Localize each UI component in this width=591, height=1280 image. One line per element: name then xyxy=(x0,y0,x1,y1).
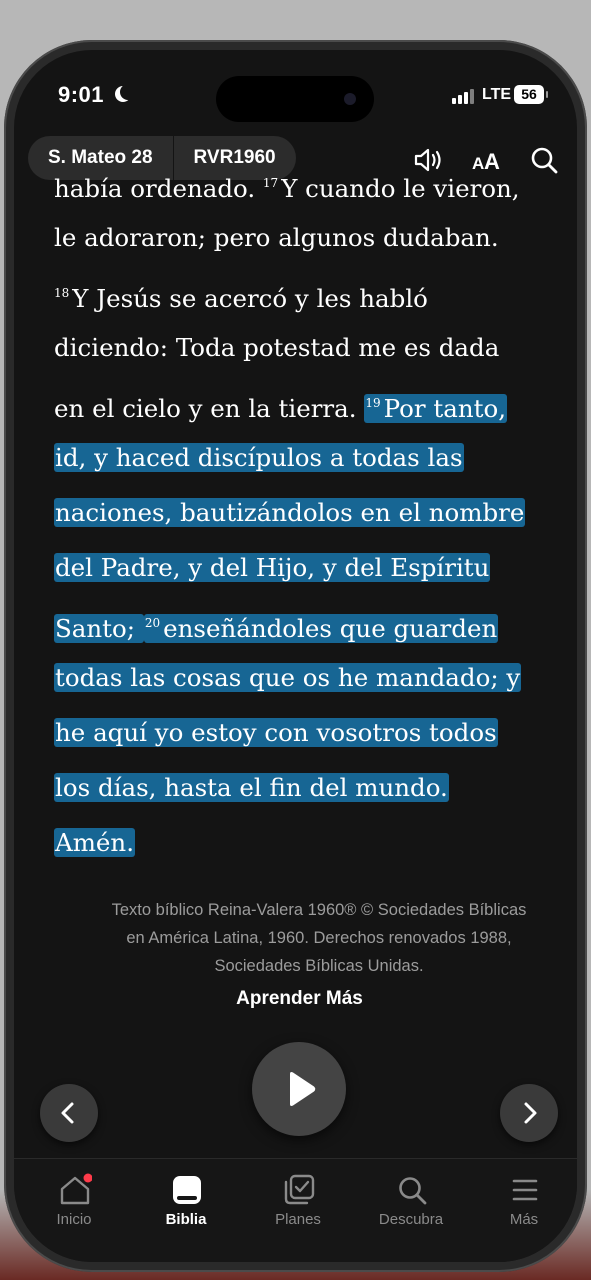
verse-words: id, y haced discípulos a todas las xyxy=(55,443,463,472)
verse-line[interactable]: he aquí yo estoy con vosotros todos xyxy=(54,714,498,752)
chevron-left-icon xyxy=(61,1102,74,1124)
verse-line[interactable]: del Padre, y del Hijo, y del Espíritu xyxy=(54,549,491,587)
verse-line[interactable]: en el cielo y en la tierra. 19 Por tanto, xyxy=(54,384,507,423)
verse-words: enseñándoles que guarden xyxy=(163,614,498,643)
learn-more-link[interactable]: Aprender Más xyxy=(14,988,577,1010)
verse-line[interactable]: los días, hasta el fin del mundo. xyxy=(54,769,449,807)
tab-bar: Inicio Biblia Planes Descubra Más xyxy=(14,1158,577,1262)
verse-words: del Padre, y del Hijo, y del Espíritu xyxy=(55,553,490,582)
network-type: LTE xyxy=(482,86,512,103)
bible-icon xyxy=(173,1176,201,1204)
verse-text: había ordenado. xyxy=(54,174,263,203)
copyright-line: Sociedades Bíblicas Unidas. xyxy=(214,957,424,975)
phone-frame: 9:01 LTE 56 S. Mateo 28 RVR1960 A A habí… xyxy=(4,40,587,1272)
next-chapter-button[interactable] xyxy=(500,1084,558,1142)
tab-label: Biblia xyxy=(165,1211,207,1228)
highlighted-verse-text: los días, hasta el fin del mundo. xyxy=(54,773,449,802)
verse-words: Y Jesús se acercó y les habló xyxy=(72,284,428,313)
do-not-disturb-moon-icon xyxy=(120,84,136,100)
verse-number: 17 xyxy=(262,176,279,190)
verse-line[interactable]: Santo; 20 enseñándoles que guarden xyxy=(54,604,499,643)
highlighted-verse-text: Santo; xyxy=(54,614,144,643)
verse-words: en el cielo y en la tierra. xyxy=(54,394,365,423)
verse-line[interactable]: 18 Y Jesús se acercó y les habló xyxy=(54,274,428,313)
verse-words: había ordenado. xyxy=(54,174,263,203)
status-time: 9:01 xyxy=(58,82,105,107)
tab-label: Planes xyxy=(275,1211,321,1228)
verse-words: diciendo: Toda potestad me es dada xyxy=(54,333,500,362)
highlighted-verse-text: del Padre, y del Hijo, y del Espíritu xyxy=(54,553,491,582)
verse-line[interactable]: había ordenado. 17 Y cuando le vieron, xyxy=(54,164,520,203)
chevron-right-icon xyxy=(524,1102,537,1124)
verse-words: he aquí yo estoy con vosotros todos xyxy=(55,718,497,747)
verse-text: 18 Y Jesús se acercó y les habló xyxy=(54,284,428,313)
previous-chapter-button[interactable] xyxy=(40,1084,98,1142)
tab-label: Más xyxy=(509,1211,539,1228)
verse-words: Y cuando le vieron, xyxy=(281,174,520,203)
copyright-line: en América Latina, 1960. Derechos renova… xyxy=(126,929,512,947)
verse-words: todas las cosas que os he mandado; y xyxy=(55,663,521,692)
status-bar: 9:01 LTE 56 xyxy=(14,50,577,140)
verse-words: Por tanto, xyxy=(383,394,506,423)
home-icon xyxy=(60,1173,92,1205)
play-audio-button[interactable] xyxy=(252,1042,346,1136)
verse-number: 20 xyxy=(144,616,161,630)
highlighted-verse-text: Amén. xyxy=(54,828,135,857)
verse-line[interactable]: Amén. xyxy=(54,824,135,862)
highlighted-verse-text: 19 Por tanto, xyxy=(364,394,507,423)
tab-label: Inicio xyxy=(56,1211,92,1228)
verse-number: 19 xyxy=(365,396,381,410)
play-icon xyxy=(290,1072,316,1106)
verse-words: le adoraron; pero algunos dudaban. xyxy=(54,223,499,252)
verse-line[interactable]: id, y haced discípulos a todas las xyxy=(54,439,464,477)
verse-number: 18 xyxy=(54,286,70,300)
cellular-signal-icon xyxy=(452,88,476,104)
highlighted-verse-text: todas las cosas que os he mandado; y xyxy=(54,663,522,692)
menu-icon xyxy=(512,1179,538,1201)
verse-words: Santo; xyxy=(55,614,143,643)
verse-text: le adoraron; pero algunos dudaban. xyxy=(54,223,499,252)
highlighted-verse-text: id, y haced discípulos a todas las xyxy=(54,443,464,472)
verse-words: naciones, bautizándolos en el nombre xyxy=(55,498,525,527)
verse-line[interactable]: naciones, bautizándolos en el nombre xyxy=(54,494,526,532)
verse-text: diciendo: Toda potestad me es dada xyxy=(54,333,499,362)
copyright-line: Texto bíblico Reina-Valera 1960® © Socie… xyxy=(111,901,527,919)
copyright-notice: Texto bíblico Reina-Valera 1960® © Socie… xyxy=(54,896,577,980)
highlighted-verse-text: 20 enseñándoles que guarden xyxy=(143,614,499,643)
verse-text: en el cielo y en la tierra. xyxy=(54,394,364,423)
tab-label: Descubra xyxy=(378,1211,444,1228)
front-camera xyxy=(344,93,356,105)
search-icon[interactable] xyxy=(528,144,560,176)
screen: 9:01 LTE 56 S. Mateo 28 RVR1960 A A habí… xyxy=(14,50,577,1262)
plans-icon xyxy=(284,1174,315,1205)
verse-line[interactable]: todas las cosas que os he mandado; y xyxy=(54,659,522,697)
verse-text: 17 Y cuando le vieron, xyxy=(263,174,520,203)
verse-line[interactable]: diciendo: Toda potestad me es dada xyxy=(54,329,499,367)
battery-icon: 56 xyxy=(514,85,548,104)
highlighted-verse-text: naciones, bautizándolos en el nombre xyxy=(54,498,526,527)
search-icon xyxy=(399,1177,427,1205)
highlighted-verse-text: he aquí yo estoy con vosotros todos xyxy=(54,718,498,747)
verse-words: los días, hasta el fin del mundo. xyxy=(55,773,448,802)
verse-line[interactable]: le adoraron; pero algunos dudaban. xyxy=(54,219,499,257)
verse-words: Amén. xyxy=(55,828,134,857)
